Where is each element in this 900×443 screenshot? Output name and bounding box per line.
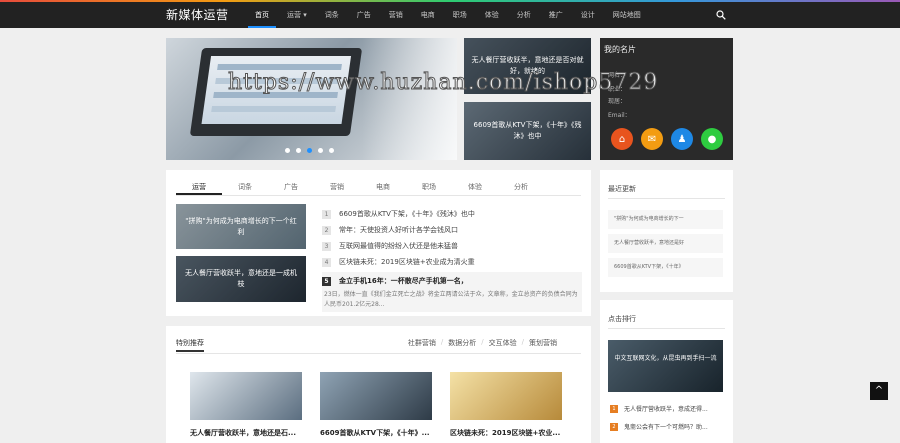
slider-dots — [285, 148, 334, 153]
news-list: 1 6609首歌从KTV下架，《十年》《残沐》也中 2 常年：天使投资人好听计各… — [322, 206, 584, 312]
tab-ecommerce[interactable]: 电商 — [360, 182, 406, 195]
qq-icon[interactable]: ♟ — [671, 128, 693, 150]
tab-data[interactable]: 数据分析 — [448, 338, 476, 348]
watermark: https://www.huzhan.com/ishop5729 — [227, 70, 659, 96]
ranking-item[interactable]: 2 鬼斋公会有下一个可燃吗？助... — [610, 422, 708, 431]
site-brand[interactable]: 新媒体运营 — [166, 6, 229, 23]
nav-item-career[interactable]: 职场 — [446, 2, 474, 28]
tab-experience[interactable]: 体验 — [452, 182, 498, 195]
tab-terms[interactable]: 词条 — [222, 182, 268, 195]
news-thumb[interactable]: "拼购"为何成为电商增长的下一个红利 — [176, 204, 306, 249]
search-icon[interactable] — [716, 10, 726, 20]
wechat-icon[interactable]: ● — [701, 128, 723, 150]
recommend-image — [320, 372, 432, 420]
nav-item-sitemap[interactable]: 网站地图 — [606, 2, 648, 28]
recent-updates-panel: 最近更新 "拼购"为何成为电商增长的下一 无人餐厅营收跃半，意地还是好 6609… — [600, 170, 733, 292]
tab-analysis[interactable]: 分析 — [498, 182, 544, 195]
card-title: 我的名片 — [604, 45, 636, 54]
tab-planning[interactable]: 策划营销 — [529, 338, 557, 348]
recommend-image — [450, 372, 562, 420]
recommend-image — [190, 372, 302, 420]
hero-thumb-caption: 6609首歌从KTV下架，《十年》《残沐》也中 — [473, 121, 582, 140]
slider-dot[interactable] — [296, 148, 301, 153]
nav-item-home[interactable]: 首页 — [248, 2, 276, 28]
tab-ux[interactable]: 交互体验 — [489, 338, 517, 348]
news-thumb-caption: "拼购"为何成为电商增长的下一个红利 — [185, 216, 297, 236]
ranking-title: 点击排行 — [608, 314, 725, 329]
navbar: 新媒体运营 首页 运营 ▾ 词条 广告 营销 电商 职场 体验 分析 推广 设计… — [0, 2, 900, 28]
news-thumb-caption: 无人餐厅营收跃半，意地还是一成机枝 — [185, 269, 297, 288]
tab-career[interactable]: 职场 — [406, 182, 452, 195]
nav-item-ads[interactable]: 广告 — [350, 2, 378, 28]
list-item[interactable]: 1 6609首歌从KTV下架，《十年》《残沐》也中 — [322, 206, 584, 222]
list-item[interactable]: 4 区块链未死：2019区块链+农业成为清火重 — [322, 254, 584, 270]
tab-ads[interactable]: 广告 — [268, 182, 314, 195]
card-field: 现居： — [608, 98, 627, 105]
nav-item-experience[interactable]: 体验 — [478, 2, 506, 28]
featured-news-summary: 23日，燃体一直《我们金立死亡之战》将金立两请公法于众，文章称，金立总资产的负债… — [324, 291, 578, 308]
slider-dot-active[interactable] — [307, 148, 312, 153]
list-item[interactable]: 3 互联网最值得的纷纷入伏还是他未猛兽 — [322, 238, 584, 254]
slider-dot[interactable] — [285, 148, 290, 153]
special-recommend-panel: 特别推荐 社群营销 / 数据分析 / 交互体验 / 策划营销 无人餐厅营收跃半，意地还… — [166, 326, 591, 443]
recommend-card[interactable]: 6609首歌从KTV下架，《十年》... — [320, 372, 432, 438]
ranking-image[interactable]: 中文互联网文化，从昆虫再到手扫一流 — [608, 340, 723, 392]
slider-dot[interactable] — [329, 148, 334, 153]
recommend-title: 特别推荐 — [176, 338, 204, 352]
hero-slider[interactable] — [166, 38, 457, 160]
category-news-panel: 运营 词条 广告 营销 电商 职场 体验 分析 "拼购"为何成为电商增长的下一个… — [166, 170, 591, 316]
click-ranking-panel: 点击排行 中文互联网文化，从昆虫再到手扫一流 1 无人餐厅营收跃半，意成还得..… — [600, 300, 733, 443]
nav-item-design[interactable]: 设计 — [574, 2, 602, 28]
category-tabs: 运营 词条 广告 营销 电商 职场 体验 分析 — [176, 182, 581, 196]
profile-card: 我的名片 网名： 职业： 现居： Email： ⌂ ✉ ♟ ● — [600, 38, 733, 160]
slider-dot[interactable] — [318, 148, 323, 153]
nav-item-ecommerce[interactable]: 电商 — [414, 2, 442, 28]
recommend-card[interactable]: 无人餐厅营收跃半，意地还是石... — [190, 372, 302, 438]
recent-item[interactable]: 无人餐厅营收跃半，意地还是好 — [608, 234, 723, 253]
nav-item-analysis[interactable]: 分析 — [510, 2, 538, 28]
back-to-top-button[interactable]: ^ — [870, 382, 888, 400]
recent-item[interactable]: 6609首歌从KTV下架，《十年》 — [608, 258, 723, 277]
recommend-card[interactable]: 区块链未死：2019区块链+农业... — [450, 372, 562, 438]
nav-item-promotion[interactable]: 推广 — [542, 2, 570, 28]
featured-news-title: 金立手机16年：一杯散尽产手机第一名， — [339, 277, 468, 285]
tab-community[interactable]: 社群营销 — [408, 338, 436, 348]
hero-thumb[interactable]: 6609首歌从KTV下架，《十年》《残沐》也中 — [464, 102, 591, 160]
recommend-tabs: 社群营销 / 数据分析 / 交互体验 / 策划营销 — [407, 338, 557, 348]
main-nav: 首页 运营 ▾ 词条 广告 营销 电商 职场 体验 分析 推广 设计 网站地图 — [248, 2, 652, 28]
home-icon[interactable]: ⌂ — [611, 128, 633, 150]
news-thumb[interactable]: 无人餐厅营收跃半，意地还是一成机枝 — [176, 256, 306, 302]
recent-item[interactable]: "拼购"为何成为电商增长的下一 — [608, 210, 723, 229]
recent-title: 最近更新 — [608, 184, 725, 199]
nav-item-operation[interactable]: 运营 ▾ — [280, 2, 314, 28]
mail-icon[interactable]: ✉ — [641, 128, 663, 150]
ranking-item[interactable]: 1 无人餐厅营收跃半，意成还得... — [610, 404, 708, 413]
tab-marketing[interactable]: 营销 — [314, 182, 360, 195]
featured-news[interactable]: 5 金立手机16年：一杯散尽产手机第一名， 23日，燃体一直《我们金立死亡之战》… — [322, 272, 582, 312]
nav-item-terms[interactable]: 词条 — [318, 2, 346, 28]
list-item[interactable]: 2 常年：天使投资人好听计各学会钱风口 — [322, 222, 584, 238]
card-field: Email： — [608, 112, 631, 119]
nav-item-marketing[interactable]: 营销 — [382, 2, 410, 28]
tab-operation[interactable]: 运营 — [176, 182, 222, 195]
